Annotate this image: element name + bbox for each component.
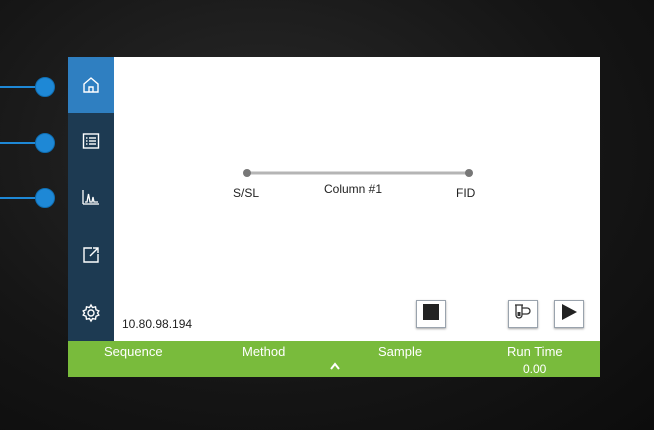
inlet-node [243,169,251,177]
detector-label[interactable]: FID [456,186,475,200]
stop-icon [423,304,439,324]
run-time-label[interactable]: Run Time [507,344,563,359]
vial-icon [513,303,533,325]
start-button[interactable] [554,300,584,328]
sample-status[interactable]: Sample [378,344,422,359]
ip-address: 10.80.98.194 [122,317,193,331]
run-time-value: 0.00 [523,362,547,376]
callout-dot-list [35,133,55,153]
detector-node [465,169,473,177]
sequence-status[interactable]: Sequence [104,344,163,359]
status-bar[interactable]: Sequence Method Sample Run Time 0.00 [68,341,600,377]
method-status[interactable]: Method [242,344,285,359]
inlet-label[interactable]: S/SL [233,186,259,200]
instrument-bezel: S/SL Column #1 FID 10.80.98.194 Sequence… [0,0,654,430]
stop-button[interactable] [416,300,446,328]
chevron-up-icon[interactable] [330,355,340,374]
flow-path-diagram [243,169,473,177]
touchscreen: S/SL Column #1 FID 10.80.98.194 Sequence… [68,57,600,377]
vial-button[interactable] [508,300,538,328]
column-label[interactable]: Column #1 [324,182,382,196]
play-icon [561,304,577,324]
callout-dot-home [35,77,55,97]
callout-dot-chromatogram [35,188,55,208]
